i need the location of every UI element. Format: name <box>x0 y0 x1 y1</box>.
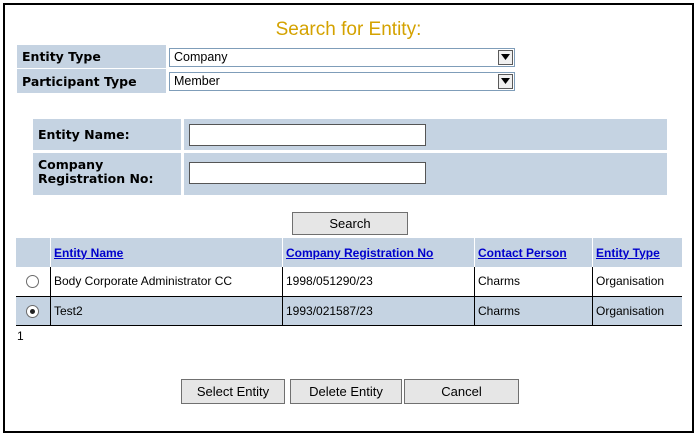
cell-reg-no: 1993/021587/23 <box>282 296 475 326</box>
cell-entity-name: Test2 <box>50 296 283 326</box>
row-radio[interactable] <box>26 275 40 289</box>
column-header-entity-name[interactable]: Entity Name <box>50 238 283 267</box>
table-row[interactable]: Test2 1993/021587/23 Charms Organisation <box>15 296 682 326</box>
cell-contact: Charms <box>474 296 593 326</box>
entity-type-select[interactable]: Company <box>169 47 515 67</box>
participant-type-value: Member <box>174 73 220 88</box>
entity-type-label: Entity Type <box>17 45 166 69</box>
chevron-down-icon[interactable] <box>498 73 513 89</box>
page-number-link[interactable]: 1 <box>17 329 24 343</box>
cell-contact: Charms <box>474 267 593 297</box>
table-row[interactable]: Body Corporate Administrator CC 1998/051… <box>15 267 682 297</box>
results-table: Entity Name Company Registration No Cont… <box>15 238 682 326</box>
cell-reg-no: 1998/051290/23 <box>282 267 475 297</box>
delete-entity-button[interactable]: Delete Entity <box>290 379 402 404</box>
row-radio[interactable] <box>26 304 40 318</box>
participant-type-select[interactable]: Member <box>169 71 515 91</box>
participant-type-label: Participant Type <box>17 69 166 93</box>
type-selector-table: Entity Type Company Participant Type Mem… <box>17 45 515 93</box>
search-button[interactable]: Search <box>292 212 408 235</box>
cancel-button[interactable]: Cancel <box>404 379 519 404</box>
entity-type-value: Company <box>174 49 228 64</box>
column-header-reg-no[interactable]: Company Registration No <box>282 238 475 267</box>
entity-search-panel: Entity Name: Company Registration No: <box>33 119 667 195</box>
entity-name-input[interactable] <box>189 124 426 146</box>
select-entity-button[interactable]: Select Entity <box>181 379 285 404</box>
cell-entity-name: Body Corporate Administrator CC <box>50 267 283 297</box>
cell-entity-type: Organisation <box>592 296 682 326</box>
chevron-down-icon[interactable] <box>498 49 513 65</box>
entity-name-label: Entity Name: <box>38 127 130 142</box>
page-title: Search for Entity: <box>275 19 422 40</box>
cell-entity-type: Organisation <box>592 267 682 297</box>
company-reg-label: Company Registration No: <box>38 157 154 186</box>
company-reg-input[interactable] <box>189 162 426 184</box>
column-header-contact[interactable]: Contact Person <box>474 238 593 267</box>
column-header-entity-type[interactable]: Entity Type <box>592 238 682 267</box>
